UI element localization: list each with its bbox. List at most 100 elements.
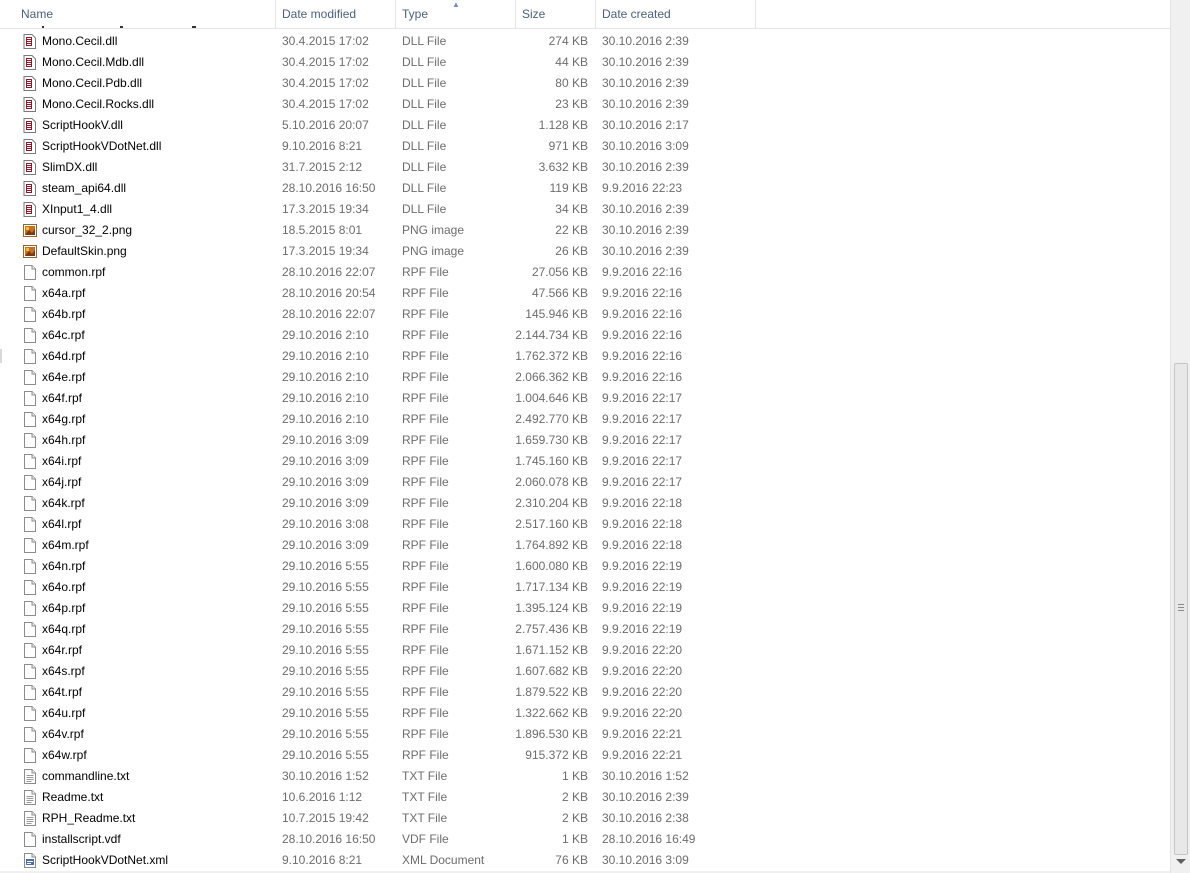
file-row[interactable]: x64a.rpf 28.10.2016 20:54 RPF File 47.566 K… — [0, 283, 1170, 304]
file-row[interactable]: x64g.rpf 29.10.2016 2:10 RPF File 2.492.770… — [0, 409, 1170, 430]
file-size: 2.757.436 KB — [515, 622, 588, 636]
file-row[interactable]: x64u.rpf 29.10.2016 5:55 RPF File 1.322.662… — [0, 703, 1170, 724]
file-date-modified: 29.10.2016 3:09 — [282, 475, 369, 489]
file-row[interactable]: installscript.vdf 28.10.2016 16:50 VDF Fil… — [0, 829, 1170, 850]
file-row[interactable]: x64b.rpf 28.10.2016 22:07 RPF File 145.946 … — [0, 304, 1170, 325]
file-size: 1.879.522 KB — [515, 685, 588, 699]
file-size: 2.060.078 KB — [515, 475, 588, 489]
file-row[interactable]: x64r.rpf 29.10.2016 5:55 RPF File 1.671.152… — [0, 640, 1170, 661]
file-date-modified: 9.10.2016 8:21 — [282, 853, 363, 867]
file-row[interactable]: common.rpf 28.10.2016 22:07 RPF File 27.056… — [0, 262, 1170, 283]
file-size: 76 KB — [555, 853, 588, 867]
file-date-modified: 29.10.2016 5:55 — [282, 622, 369, 636]
file-type: RPF File — [402, 433, 449, 447]
file-row[interactable]: Mono.Cecil.Rocks.dll 30.4.2015 17:02 DLL F… — [0, 94, 1170, 115]
file-icon — [23, 307, 37, 322]
column-header-date-created[interactable]: Date created — [596, 0, 756, 28]
file-type: RPF File — [402, 370, 449, 384]
file-row[interactable]: x64w.rpf 29.10.2016 5:55 RPF File 915.372 K… — [0, 745, 1170, 766]
file-row[interactable]: DefaultSkin.png 17.3.2015 19:34 PNG image 2… — [0, 241, 1170, 262]
dll-icon — [23, 160, 37, 175]
file-row[interactable]: x64j.rpf 29.10.2016 3:09 RPF File 2.060.078… — [0, 472, 1170, 493]
file-date-created: 30.10.2016 2:39 — [602, 76, 689, 90]
file-date-created: 30.10.2016 2:39 — [602, 160, 689, 174]
file-icon — [23, 685, 37, 700]
file-icon — [23, 559, 37, 574]
file-date-created: 9.9.2016 22:16 — [602, 286, 683, 300]
file-row[interactable]: x64c.rpf 29.10.2016 2:10 RPF File 2.144.734… — [0, 325, 1170, 346]
file-row[interactable]: x64i.rpf 29.10.2016 3:09 RPF File 1.745.160… — [0, 451, 1170, 472]
file-type: XML Document — [402, 853, 485, 867]
file-type: RPF File — [402, 328, 449, 342]
file-icon — [23, 643, 37, 658]
file-row[interactable]: x64p.rpf 29.10.2016 5:55 RPF File 1.395.124… — [0, 598, 1170, 619]
file-row[interactable]: commandline.txt 30.10.2016 1:52 TXT File 1 … — [0, 766, 1170, 787]
dll-icon — [23, 202, 37, 217]
file-row[interactable]: SlimDX.dll 31.7.2015 2:12 DLL File 3.632 KB… — [0, 157, 1170, 178]
file-row[interactable]: ScriptHookVDotNet.xml 9.10.2016 8:21 XML D… — [0, 850, 1170, 871]
file-name: steam_api64.dll — [42, 181, 127, 195]
file-type: RPF File — [402, 601, 449, 615]
file-row[interactable]: x64s.rpf 29.10.2016 5:55 RPF File 1.607.682… — [0, 661, 1170, 682]
file-name: x64d.rpf — [42, 349, 86, 363]
file-row[interactable]: x64d.rpf 29.10.2016 2:10 RPF File 1.762.372… — [0, 346, 1170, 367]
file-date-created: 30.10.2016 3:09 — [602, 139, 689, 153]
file-date-created: 9.9.2016 22:20 — [602, 643, 683, 657]
file-type: DLL File — [402, 139, 447, 153]
file-row[interactable]: ScriptHookV.dll 5.10.2016 20:07 DLL File 1.… — [0, 115, 1170, 136]
file-row[interactable]: x64t.rpf 29.10.2016 5:55 RPF File 1.879.522… — [0, 682, 1170, 703]
scroll-down-arrow-icon[interactable] — [1176, 859, 1186, 864]
file-date-created: 9.9.2016 22:18 — [602, 517, 683, 531]
file-size: 1.717.134 KB — [515, 580, 588, 594]
file-date-modified: 29.10.2016 3:09 — [282, 454, 369, 468]
file-type: DLL File — [402, 76, 447, 90]
file-row[interactable]: steam_api64.dll 28.10.2016 16:50 DLL File 1… — [0, 178, 1170, 199]
file-type: DLL File — [402, 118, 447, 132]
file-row[interactable]: x64q.rpf 29.10.2016 5:55 RPF File 2.757.436… — [0, 619, 1170, 640]
column-header-date-modified[interactable]: Date modified — [276, 0, 396, 28]
file-date-modified: 18.5.2015 8:01 — [282, 223, 363, 237]
file-row[interactable]: x64l.rpf 29.10.2016 3:08 RPF File 2.517.160… — [0, 514, 1170, 535]
file-size: 47.566 KB — [531, 286, 588, 300]
file-row[interactable]: Readme.txt 10.6.2016 1:12 TXT File 2 KB 30.1… — [0, 787, 1170, 808]
file-row[interactable]: x64f.rpf 29.10.2016 2:10 RPF File 1.004.646… — [0, 388, 1170, 409]
file-size: 2 KB — [561, 790, 588, 804]
file-date-modified: 28.10.2016 20:54 — [282, 286, 376, 300]
file-type: VDF File — [402, 832, 449, 846]
file-row[interactable]: x64v.rpf 29.10.2016 5:55 RPF File 1.896.530… — [0, 724, 1170, 745]
column-header-size[interactable]: Size — [516, 0, 596, 28]
dll-icon — [23, 34, 37, 49]
file-row[interactable]: RPH_Readme.txt 10.7.2015 19:42 TXT File 2 K… — [0, 808, 1170, 829]
file-date-created: 9.9.2016 22:16 — [602, 349, 683, 363]
scrollbar-thumb[interactable] — [1174, 363, 1188, 855]
vertical-scrollbar[interactable] — [1170, 0, 1190, 873]
file-name: ScriptHookVDotNet.xml — [42, 853, 169, 867]
file-row[interactable]: x64k.rpf 29.10.2016 3:09 RPF File 2.310.204… — [0, 493, 1170, 514]
file-date-created: 30.10.2016 2:39 — [602, 55, 689, 69]
file-row[interactable]: Mono.Cecil.Pdb.dll 30.4.2015 17:02 DLL Fil… — [0, 73, 1170, 94]
file-date-created: 9.9.2016 22:21 — [602, 727, 683, 741]
file-name: cursor_32_2.png — [42, 223, 133, 237]
file-row[interactable]: x64e.rpf 29.10.2016 2:10 RPF File 2.066.362… — [0, 367, 1170, 388]
file-row[interactable]: x64o.rpf 29.10.2016 5:55 RPF File 1.717.134… — [0, 577, 1170, 598]
file-type: RPF File — [402, 685, 449, 699]
file-date-created: 9.9.2016 22:21 — [602, 748, 683, 762]
file-row[interactable]: XInput1_4.dll 17.3.2015 19:34 DLL File 34 K… — [0, 199, 1170, 220]
file-row[interactable]: x64n.rpf 29.10.2016 5:55 RPF File 1.600.080… — [0, 556, 1170, 577]
file-date-modified: 9.10.2016 8:21 — [282, 139, 363, 153]
file-size: 1.004.646 KB — [515, 391, 588, 405]
file-date-modified: 17.3.2015 19:34 — [282, 244, 369, 258]
file-row[interactable]: Mono.Cecil.dll 30.4.2015 17:02 DLL File 274… — [0, 31, 1170, 52]
file-name: Mono.Cecil.Pdb.dll — [42, 76, 143, 90]
file-row[interactable]: cursor_32_2.png 18.5.2015 8:01 PNG image 22… — [0, 220, 1170, 241]
file-type: RPF File — [402, 265, 449, 279]
file-size: 2.492.770 KB — [515, 412, 588, 426]
file-size: 1 KB — [561, 832, 588, 846]
file-name: XInput1_4.dll — [42, 202, 113, 216]
file-date-modified: 29.10.2016 5:55 — [282, 748, 369, 762]
file-row[interactable]: ScriptHookVDotNet.dll 9.10.2016 8:21 DLL F… — [0, 136, 1170, 157]
file-row[interactable]: x64h.rpf 29.10.2016 3:09 RPF File 1.659.730… — [0, 430, 1170, 451]
file-row[interactable]: x64m.rpf 29.10.2016 3:09 RPF File 1.764.892… — [0, 535, 1170, 556]
file-size: 1.764.892 KB — [515, 538, 588, 552]
file-row[interactable]: Mono.Cecil.Mdb.dll 30.4.2015 17:02 DLL Fil… — [0, 52, 1170, 73]
